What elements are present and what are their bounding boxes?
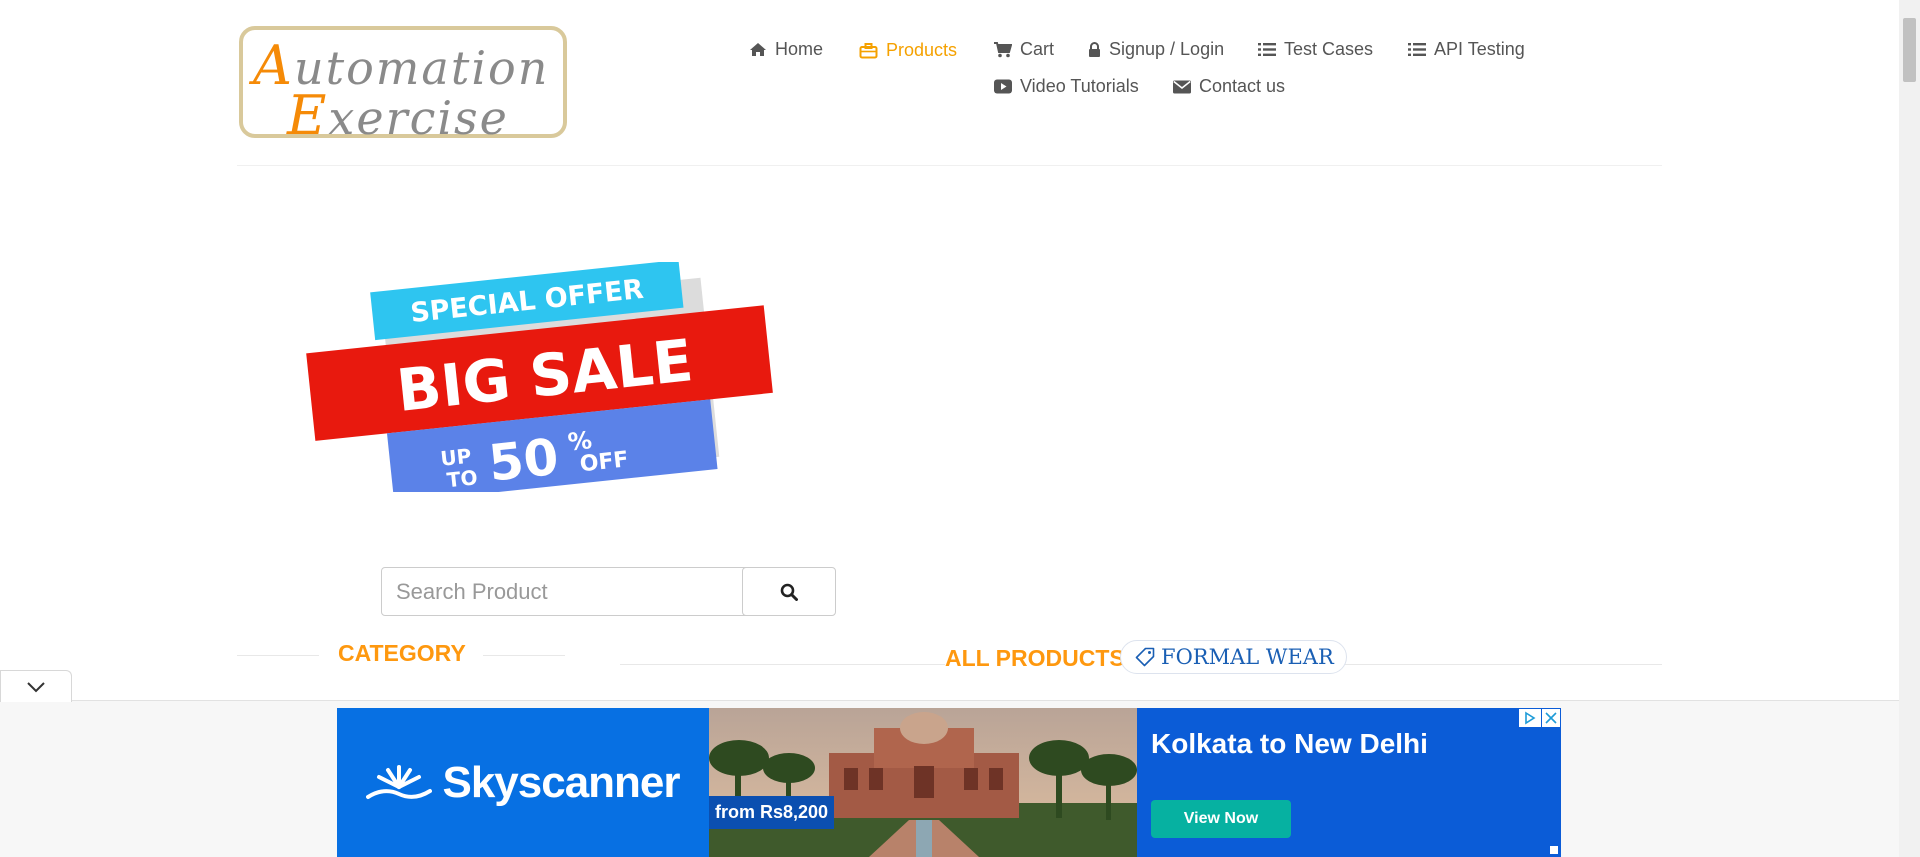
nav-test-cases-label: Test Cases: [1284, 39, 1374, 59]
skyscanner-ad[interactable]: Skyscanner from Rs8,200 Kolkata to New D…: [337, 708, 1561, 857]
nav-contact-us[interactable]: Contact us: [1173, 76, 1285, 97]
nav-video-tutorials[interactable]: Video Tutorials: [994, 76, 1139, 97]
nav-products-label: Products: [886, 40, 958, 60]
nav-api-testing-label: API Testing: [1434, 39, 1525, 59]
ad-price: from Rs8,200: [709, 796, 835, 829]
ad-headline: Kolkata to New Delhi: [1151, 728, 1428, 759]
chevron-down-icon: [27, 681, 45, 692]
all-products-title: ALL PRODUCTS: [945, 645, 1127, 672]
svg-text:TO: TO: [446, 465, 479, 492]
page: Automation Exercise Home Products Cart S…: [0, 0, 1920, 857]
ad-indicator: [1550, 846, 1558, 854]
nav-video-label: Video Tutorials: [1020, 76, 1139, 96]
nav-api-testing[interactable]: API Testing: [1408, 39, 1525, 60]
lock-icon: [1089, 41, 1100, 57]
ad-brand-label: Skyscanner: [442, 757, 680, 807]
tag-icon: [1135, 647, 1155, 667]
nav-products[interactable]: Products: [859, 40, 957, 61]
nav-signup-label: Signup / Login: [1109, 39, 1225, 59]
skyscanner-logo-icon: [366, 764, 433, 799]
page-scrollbar[interactable]: [1899, 0, 1920, 857]
ad-view-now-button[interactable]: View Now: [1151, 800, 1291, 838]
nav-cart[interactable]: Cart: [994, 39, 1054, 60]
ad-choices-icon: [1525, 711, 1536, 725]
nav-home-label: Home: [775, 39, 824, 59]
ad-collapse-toggle[interactable]: [0, 670, 72, 702]
category-divider-left: [237, 655, 319, 656]
nav-test-cases[interactable]: Test Cases: [1258, 39, 1373, 60]
category-divider-right: [483, 655, 565, 656]
svg-text:OFF: OFF: [579, 447, 630, 477]
envelope-icon: [1173, 80, 1191, 93]
formal-wear-tag[interactable]: FORMAL WEAR: [1120, 640, 1347, 674]
nav-home[interactable]: Home: [749, 39, 823, 60]
scrollbar-thumb[interactable]: [1903, 18, 1916, 82]
sale-banner: SPECIAL OFFER BIG SALE UP TO 50 % OFF: [306, 262, 773, 492]
ad-brand: Skyscanner: [337, 708, 709, 857]
close-icon: [1545, 712, 1557, 724]
ad-photo-monument: [709, 708, 1137, 857]
ad-choices-button[interactable]: [1519, 709, 1541, 727]
home-icon: [750, 43, 766, 56]
youtube-play-icon: [994, 79, 1012, 94]
list-icon: [1408, 43, 1426, 56]
search-button[interactable]: [742, 567, 836, 616]
header-divider: [237, 165, 1662, 166]
list-icon: [1258, 43, 1276, 56]
nav-signup-login[interactable]: Signup / Login: [1088, 39, 1224, 60]
nav-cart-label: Cart: [1020, 39, 1055, 59]
formal-wear-label: FORMAL WEAR: [1161, 645, 1334, 669]
logo-line-2: Exercise: [287, 84, 509, 147]
briefcase-icon: [859, 42, 878, 58]
svg-text:50: 50: [486, 428, 561, 492]
cart-icon: [994, 41, 1012, 57]
search-input[interactable]: [381, 567, 755, 616]
category-title: CATEGORY: [338, 640, 466, 666]
search-icon: [780, 583, 798, 601]
nav-contact-label: Contact us: [1199, 76, 1286, 96]
site-logo[interactable]: Automation Exercise: [239, 26, 567, 147]
ad-close-button[interactable]: [1542, 709, 1560, 727]
